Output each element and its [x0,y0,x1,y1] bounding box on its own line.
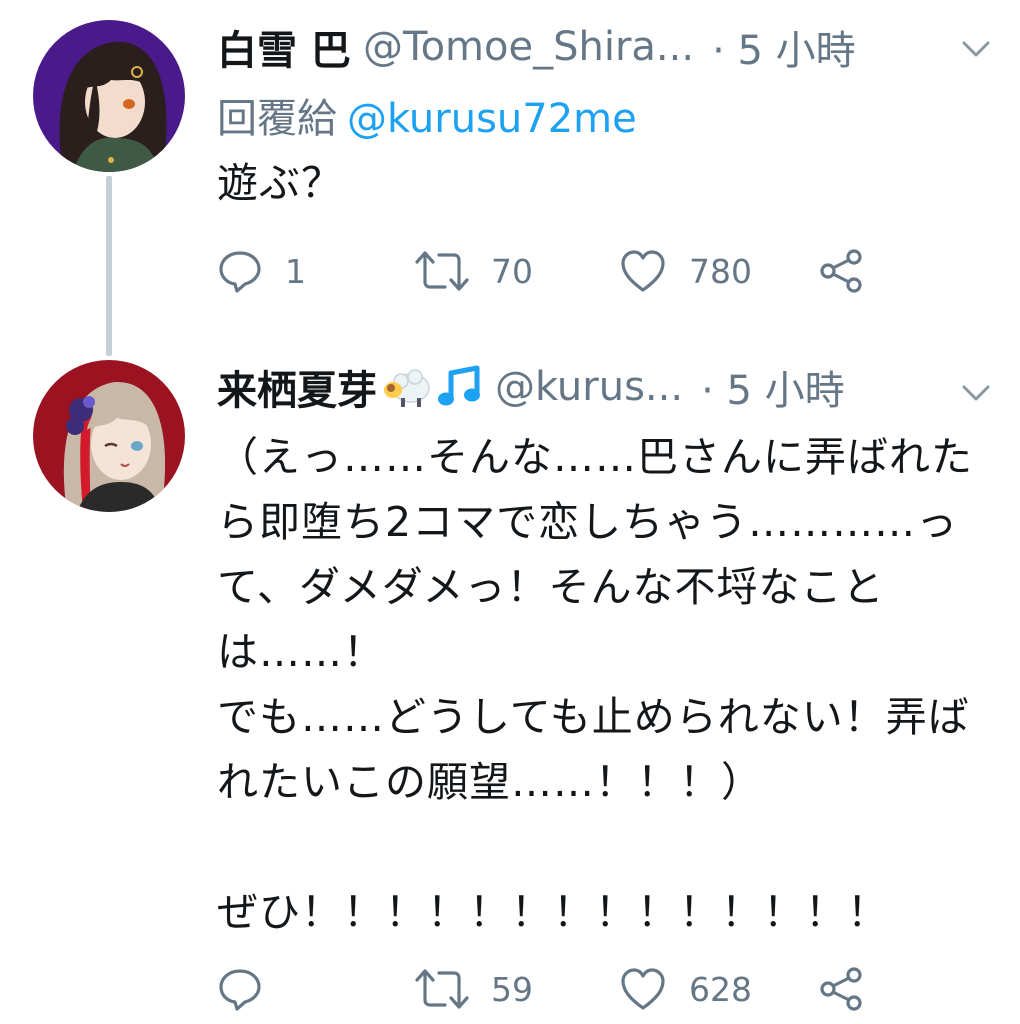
timestamp[interactable]: · 5 小時 [712,18,856,76]
avatar-tomoe[interactable] [33,20,185,172]
chevron-down-icon[interactable] [958,377,994,407]
share-action[interactable] [819,246,865,296]
reply-action[interactable]: 1 [217,246,306,296]
tweet-actions: 59 628 [217,964,877,1014]
like-action[interactable]: 780 [619,246,752,296]
reply-action[interactable] [217,964,285,1014]
retweet-icon [415,251,469,291]
retweet-count: 59 [491,969,533,1009]
reply-to-label: 回覆給 [217,96,337,142]
retweet-action[interactable]: 70 [415,246,533,296]
share-icon [820,249,862,293]
avatar-natsume[interactable] [33,360,185,512]
music-note-emoji [438,365,480,406]
user-handle[interactable]: @kurus... [495,364,683,410]
retweet-action[interactable]: 59 [415,964,533,1014]
timestamp[interactable]: · 5 小時 [701,358,845,416]
heart-icon [621,250,665,292]
display-name[interactable]: 白雪 巴 [217,18,351,76]
like-action[interactable]: 628 [619,964,752,1014]
name-emoji [379,364,483,410]
heart-icon [621,968,665,1010]
user-handle[interactable]: @Tomoe_Shira... [363,24,694,70]
reply-to-line: 回覆給 @kurusu72me [217,86,637,144]
thread-connector [106,176,112,356]
like-count: 780 [689,251,752,291]
reply-mention-link[interactable]: @kurusu72me [347,96,637,142]
chevron-down-icon[interactable] [958,33,994,63]
tweet-text: （えっ……そんな……巴さんに弄ばれたら即堕ち2コマで恋しちゃう…………って、ダメ… [217,433,973,936]
retweet-icon [415,969,469,1009]
share-icon [820,967,862,1011]
reply-count: 1 [285,251,306,291]
sheep-emoji [384,369,430,407]
like-count: 628 [689,969,752,1009]
reply-icon [219,969,261,1011]
tweet-header: 来栖夏芽 @kurus... · 5 小時 [217,357,1000,417]
reply-icon [219,251,261,293]
tweet-text: 遊ぶ？ [217,159,343,207]
retweet-count: 70 [491,251,533,291]
display-name[interactable]: 来栖夏芽 [217,358,377,416]
tweet-header: 白雪 巴 @Tomoe_Shira... · 5 小時 [217,17,1000,77]
share-action[interactable] [819,964,865,1014]
tweet-actions: 1 70 780 [217,246,877,296]
